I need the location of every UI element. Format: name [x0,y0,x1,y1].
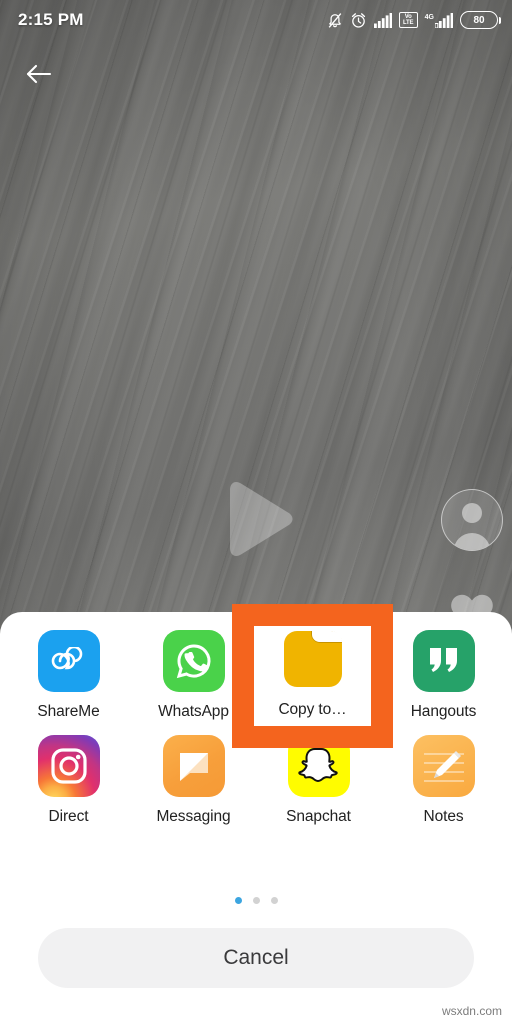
annotation-highlighted-target[interactable]: Copy to… [254,626,371,726]
share-target-messaging[interactable]: Messaging [131,731,256,826]
notifications-muted-icon [328,12,341,28]
share-target-notes[interactable]: Notes [381,731,506,826]
avatar-head-shape [462,503,482,523]
battery-level-label: 80 [473,14,485,26]
whatsapp-icon [162,630,225,692]
copy-to-folder-icon [282,628,344,690]
share-target-hangouts[interactable]: Hangouts [381,626,506,721]
alarm-icon [351,12,365,28]
instagram-direct-icon [37,735,100,797]
network-4g-label: 4G [424,13,434,21]
share-target-label: Notes [423,808,464,825]
signal-bars-icon [373,12,392,28]
pagination-dot-3[interactable] [270,897,278,904]
status-bar-icons: Vo LTE 4G 80 [327,11,501,29]
share-target-shareme[interactable]: ShareMe [6,626,131,721]
share-target-label: Hangouts [410,703,477,720]
status-bar-clock: 2:15 PM [18,10,84,29]
back-button[interactable] [16,52,62,96]
signal-bars-secondary-icon [435,12,453,28]
share-target-whatsapp[interactable]: WhatsApp [131,626,256,721]
network-4g-icon: 4G [424,12,453,28]
battery-icon: 80 [460,11,501,29]
avatar[interactable] [441,489,503,551]
share-target-label: ShareMe [37,703,100,720]
share-target-snapchat[interactable]: Snapchat [256,731,381,826]
hangouts-icon [412,630,475,692]
share-target-label: Direct [48,808,89,825]
pagination-dot-2[interactable] [252,897,260,904]
share-target-label: Copy to… [278,701,347,718]
avatar-body-shape [453,533,491,550]
share-app-row: Direct Messaging Snapchat Notes [0,731,512,826]
snapchat-icon [287,735,350,797]
watermark: wsxdn.com [441,1004,502,1018]
play-triangle-icon [230,482,293,556]
share-target-direct[interactable]: Direct [6,731,131,826]
status-bar: 2:15 PM Vo LTE 4G 80 [0,0,512,40]
phone-screen: 2:15 PM Vo LTE 4G 80 ShareMe WhatsApp Ha… [0,0,512,1024]
notes-icon [412,735,475,797]
play-button[interactable] [218,478,298,562]
messaging-icon [162,735,225,797]
share-target-label: Messaging [156,808,231,825]
share-target-label: WhatsApp [158,703,229,720]
cancel-button[interactable]: Cancel [38,928,474,988]
pagination-dots[interactable] [0,897,512,904]
share-target-label: Snapchat [286,808,351,825]
pagination-dot-1[interactable] [234,897,242,904]
volte-bottom-label: LTE [403,20,414,26]
shareme-icon [37,630,100,692]
folder-shape [283,631,342,687]
back-arrow-icon [26,64,52,84]
volte-icon: Vo LTE [398,12,418,28]
